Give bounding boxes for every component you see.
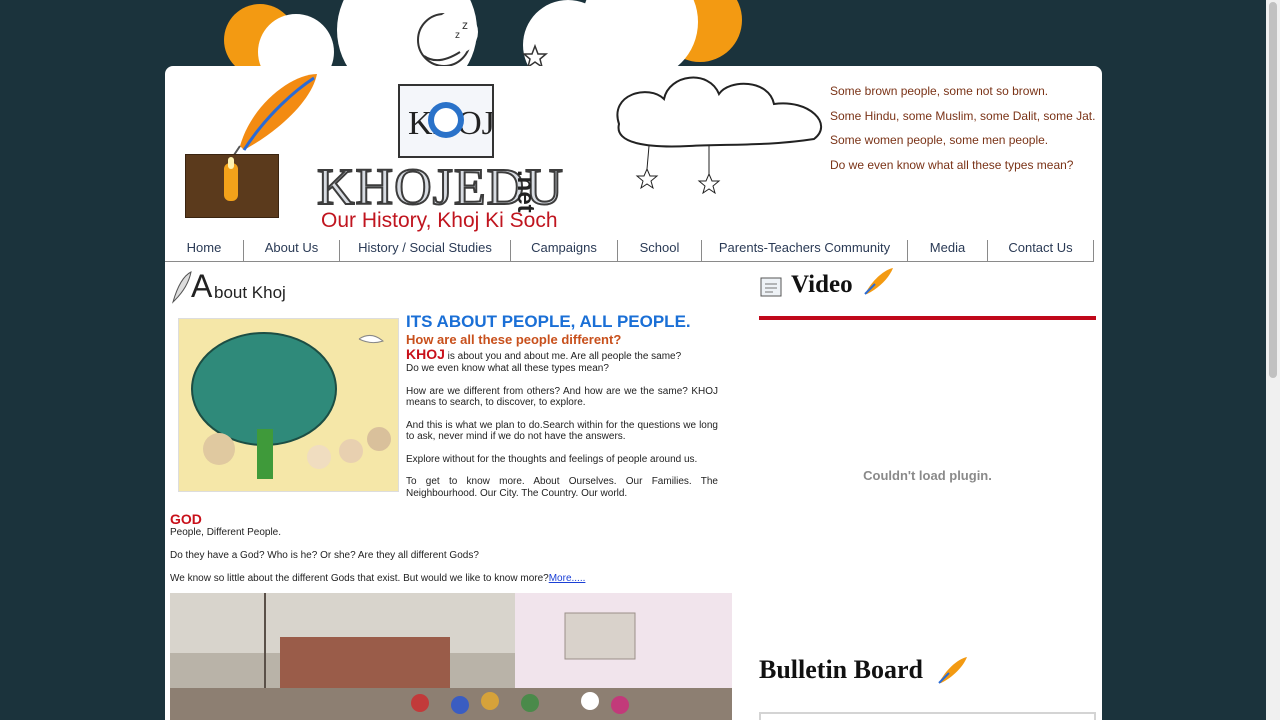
header-quote: Some Hindu, some Muslim, some Dalit, som…	[830, 108, 1096, 123]
about-paragraph: Explore without for the thoughts and fee…	[406, 453, 698, 465]
about-intro: ITS ABOUT PEOPLE, ALL PEOPLE. How are al…	[406, 312, 718, 499]
god-line-text: We know so little about the different Go…	[170, 573, 549, 584]
khoj-word: KHOJ	[406, 346, 445, 362]
nav-item-history[interactable]: History / Social Studies	[340, 240, 511, 261]
nav-item-about-us[interactable]: About Us	[244, 240, 340, 261]
god-heading: GOD	[170, 511, 202, 527]
god-line: We know so little about the different Go…	[170, 573, 730, 585]
about-paragraph: To get to know more. About Ourselves. Ou…	[406, 476, 718, 499]
svg-text:z: z	[462, 18, 468, 32]
heading-initial: A	[191, 268, 213, 304]
god-line: People, Different People.	[170, 527, 282, 538]
video-plugin-area[interactable]: Couldn't load plugin.	[759, 320, 1096, 630]
header-quote: Some brown people, some not so brown.	[830, 84, 1049, 98]
more-link[interactable]: More.....	[549, 573, 586, 584]
page-scrollbar[interactable]	[1266, 0, 1280, 720]
logo-tagline: Our History, Khoj Ki Soch	[321, 209, 558, 232]
bulletin-board-title-text: Bulletin Board	[759, 655, 923, 684]
khoj-line: KHOJ is about you and about me. Are all …	[406, 346, 718, 363]
god-line: Do they have a God? Who is he? Or she? A…	[170, 550, 479, 561]
moon-icon: z z	[417, 10, 478, 67]
header-quote: Some women people, some men people.	[830, 133, 1049, 147]
header-quotes: Some brown people, some not so brown. So…	[830, 84, 1100, 182]
nav-item-school[interactable]: School	[618, 240, 702, 261]
about-paragraph: How are we different from others? And ho…	[406, 385, 718, 409]
community-photo	[170, 593, 732, 720]
heading-rest: bout Khoj	[214, 283, 286, 302]
cloud-drawing-icon	[616, 76, 822, 194]
about-paragraph: And this is what we plan to do.Search wi…	[406, 419, 718, 443]
khoj-rest: is about you and about me. Are all peopl…	[444, 351, 682, 362]
bulletin-board-box[interactable]	[759, 712, 1096, 720]
nav-item-home[interactable]: Home	[165, 240, 244, 261]
main-nav: Home About Us History / Social Studies C…	[165, 240, 1094, 262]
bulletin-board-title: Bulletin Board	[759, 655, 969, 685]
quill-pen-icon	[171, 271, 192, 304]
video-title: Video	[791, 271, 853, 298]
about-line: Do we even know what all these types mea…	[406, 363, 609, 374]
people-tree-illustration	[178, 318, 399, 492]
notepad-icon	[760, 277, 782, 297]
logo-domain: .net	[512, 170, 539, 213]
nav-item-media[interactable]: Media	[908, 240, 988, 261]
nav-item-campaigns[interactable]: Campaigns	[511, 240, 618, 261]
nav-item-parents-teachers[interactable]: Parents-Teachers Community	[702, 240, 908, 261]
logo-mark[interactable]: KHOJ	[398, 84, 495, 158]
candle-lamp-icon	[185, 154, 279, 218]
nav-item-contact-us[interactable]: Contact Us	[988, 240, 1094, 261]
svg-text:z: z	[455, 30, 460, 41]
about-title: ITS ABOUT PEOPLE, ALL PEOPLE.	[406, 312, 691, 331]
god-section: GOD People, Different People. Do they ha…	[170, 511, 730, 596]
page-container: KHOJ KHOJEDU .net Our History, Khoj Ki S…	[165, 66, 1102, 720]
scrollbar-thumb[interactable]	[1269, 2, 1277, 378]
quill-pen-icon	[864, 268, 893, 295]
plugin-error-message: Couldn't load plugin.	[863, 467, 992, 483]
header-quote: Do we even know what all these types mea…	[830, 157, 1074, 172]
about-subtitle: How are all these people different?	[406, 332, 622, 347]
quill-pen-icon	[938, 657, 968, 684]
